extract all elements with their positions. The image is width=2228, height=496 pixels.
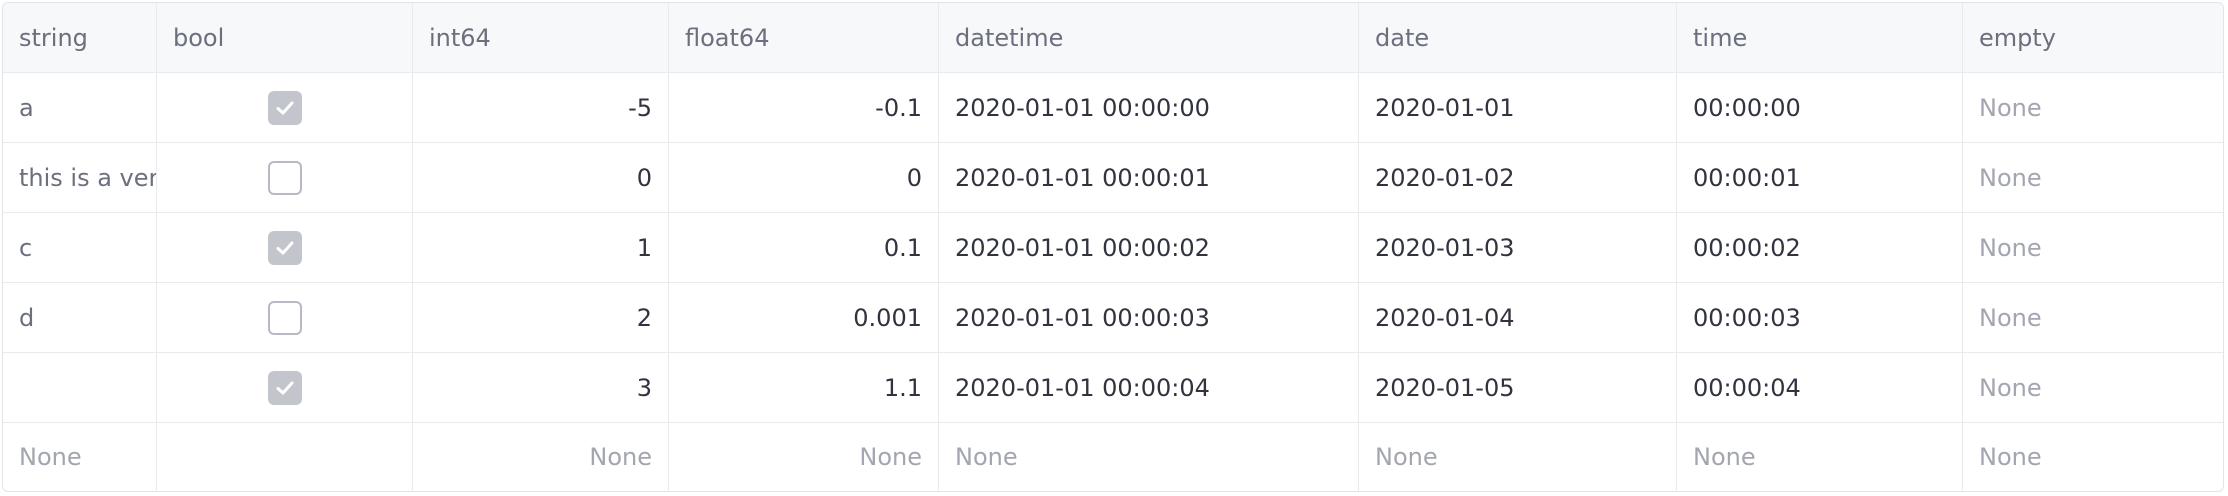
cell-float64[interactable]: 0 xyxy=(669,143,939,212)
column-header-string[interactable]: string xyxy=(3,3,157,72)
checkbox-unchecked[interactable] xyxy=(267,300,302,335)
cell-time[interactable]: 00:00:02 xyxy=(1677,213,1963,282)
cell-empty[interactable]: None xyxy=(1963,73,2223,142)
checkbox-checked[interactable] xyxy=(267,230,302,265)
cell-string[interactable] xyxy=(3,353,157,422)
checkbox-checked[interactable] xyxy=(267,90,302,125)
check-icon xyxy=(276,101,293,114)
cell-datetime[interactable]: 2020-01-01 00:00:04 xyxy=(939,353,1359,422)
cell-bool[interactable] xyxy=(157,283,413,352)
cell-float64[interactable]: None xyxy=(669,423,939,491)
checkbox-unchecked[interactable] xyxy=(267,160,302,195)
table-row: None None None None None None None xyxy=(3,423,2223,491)
column-header-int64[interactable]: int64 xyxy=(413,3,669,72)
check-icon xyxy=(276,241,293,254)
cell-date[interactable]: 2020-01-04 xyxy=(1359,283,1677,352)
table-body: a -5 -0.1 2020-01-01 00:00:00 2020-01-01 00:0… xyxy=(3,73,2223,491)
cell-empty[interactable]: None xyxy=(1963,353,2223,422)
cell-string[interactable]: c xyxy=(3,213,157,282)
table-row: this is a very002020-01-01 00:00:012020-… xyxy=(3,143,2223,213)
cell-time[interactable]: 00:00:01 xyxy=(1677,143,1963,212)
cell-date[interactable]: 2020-01-01 xyxy=(1359,73,1677,142)
table-row: d 2 0.001 2020-01-01 00:00:03 2020-01-04 00:0… xyxy=(3,283,2223,353)
column-header-time[interactable]: time xyxy=(1677,3,1963,72)
check-icon xyxy=(276,381,293,394)
column-header-datetime[interactable]: datetime xyxy=(939,3,1359,72)
cell-string[interactable]: a xyxy=(3,73,157,142)
cell-datetime[interactable]: 2020-01-01 00:00:00 xyxy=(939,73,1359,142)
cell-int64[interactable]: 1 xyxy=(413,213,669,282)
column-header-date[interactable]: date xyxy=(1359,3,1677,72)
cell-int64[interactable]: None xyxy=(413,423,669,491)
cell-date[interactable]: None xyxy=(1359,423,1677,491)
cell-datetime[interactable]: 2020-01-01 00:00:02 xyxy=(939,213,1359,282)
column-header-float64[interactable]: float64 xyxy=(669,3,939,72)
cell-datetime[interactable]: 2020-01-01 00:00:01 xyxy=(939,143,1359,212)
cell-bool[interactable] xyxy=(157,143,413,212)
cell-bool[interactable] xyxy=(157,423,413,491)
data-grid: string bool int64 float64 datetime date … xyxy=(2,2,2224,492)
header-row: string bool int64 float64 datetime date … xyxy=(3,3,2223,73)
cell-string[interactable]: this is a very xyxy=(3,143,157,212)
table-row: 3 1.1 2020-01-01 00:00:04 2020-01-05 00:00:0… xyxy=(3,353,2223,423)
cell-float64[interactable]: 0.001 xyxy=(669,283,939,352)
cell-int64[interactable]: 0 xyxy=(413,143,669,212)
cell-time[interactable]: 00:00:03 xyxy=(1677,283,1963,352)
cell-datetime[interactable]: None xyxy=(939,423,1359,491)
cell-int64[interactable]: -5 xyxy=(413,73,669,142)
cell-bool[interactable] xyxy=(157,73,413,142)
cell-empty[interactable]: None xyxy=(1963,283,2223,352)
cell-int64[interactable]: 2 xyxy=(413,283,669,352)
cell-date[interactable]: 2020-01-03 xyxy=(1359,213,1677,282)
table-row: a -5 -0.1 2020-01-01 00:00:00 2020-01-01 00:0… xyxy=(3,73,2223,143)
checkbox-checked[interactable] xyxy=(267,370,302,405)
cell-string[interactable]: d xyxy=(3,283,157,352)
cell-bool[interactable] xyxy=(157,353,413,422)
cell-empty[interactable]: None xyxy=(1963,423,2223,491)
table-row: c 1 0.1 2020-01-01 00:00:02 2020-01-03 00:00:… xyxy=(3,213,2223,283)
column-header-bool[interactable]: bool xyxy=(157,3,413,72)
cell-date[interactable]: 2020-01-05 xyxy=(1359,353,1677,422)
cell-empty[interactable]: None xyxy=(1963,213,2223,282)
cell-time[interactable]: 00:00:04 xyxy=(1677,353,1963,422)
cell-string[interactable]: None xyxy=(3,423,157,491)
cell-datetime[interactable]: 2020-01-01 00:00:03 xyxy=(939,283,1359,352)
cell-empty[interactable]: None xyxy=(1963,143,2223,212)
column-header-empty[interactable]: empty xyxy=(1963,3,2223,72)
cell-int64[interactable]: 3 xyxy=(413,353,669,422)
cell-float64[interactable]: 0.1 xyxy=(669,213,939,282)
cell-float64[interactable]: -0.1 xyxy=(669,73,939,142)
cell-time[interactable]: 00:00:00 xyxy=(1677,73,1963,142)
cell-float64[interactable]: 1.1 xyxy=(669,353,939,422)
cell-date[interactable]: 2020-01-02 xyxy=(1359,143,1677,212)
cell-time[interactable]: None xyxy=(1677,423,1963,491)
cell-bool[interactable] xyxy=(157,213,413,282)
